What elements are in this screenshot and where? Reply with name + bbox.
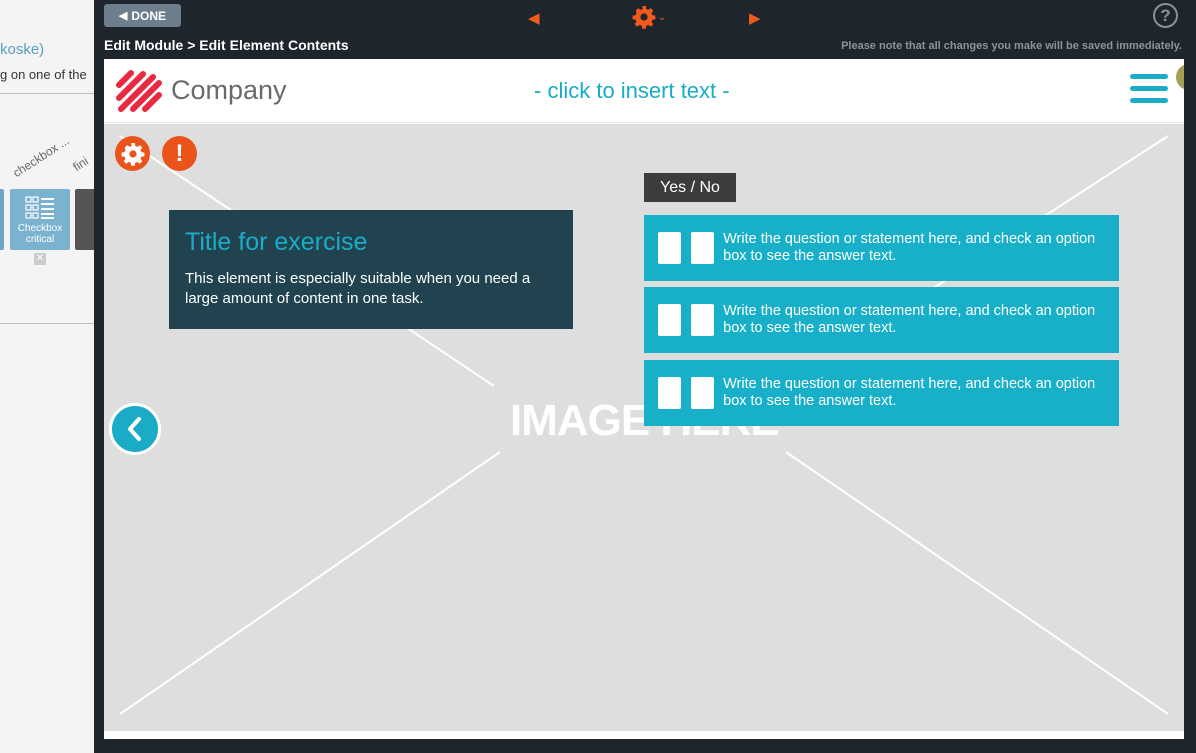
insert-text-placeholder[interactable]: - click to insert text - — [534, 78, 730, 104]
done-label: DONE — [131, 8, 167, 23]
next-element-icon[interactable]: ▶ — [749, 9, 761, 27]
logo-mark-icon — [116, 70, 162, 112]
editor-window: ◀ DONE ◀ ⌄ ▶ ? Edit Module > Edit Elemen… — [94, 0, 1196, 753]
module-canvas: Company - click to insert text - + IMAGE… — [104, 59, 1184, 739]
alert-icon[interactable]: ! — [162, 136, 197, 171]
yes-no-label[interactable]: Yes / No — [644, 173, 736, 202]
divider — [0, 323, 100, 324]
column-label: checkbox ... — [10, 133, 72, 180]
question-text[interactable]: Write the question or statement here, an… — [723, 231, 1119, 266]
help-button[interactable]: ? — [1153, 3, 1178, 28]
back-triangle-icon: ◀ — [118, 10, 128, 22]
checkbox-list-icon — [25, 196, 54, 219]
gear-icon — [121, 142, 144, 166]
gear-icon — [632, 6, 656, 29]
no-checkbox[interactable] — [691, 232, 715, 264]
exercise-text[interactable]: This element is especially suitable when… — [185, 269, 557, 309]
question-text[interactable]: Write the question or statement here, an… — [723, 303, 1119, 338]
exercise-box[interactable]: Title for exercise This element is espec… — [169, 210, 573, 329]
element-tile[interactable] — [0, 189, 4, 250]
question-row[interactable]: Write the question or statement here, an… — [644, 360, 1119, 426]
module-header: Company - click to insert text - — [104, 59, 1184, 123]
background-page: koske) g on one of the 2 checkbox ... fi… — [0, 0, 100, 753]
yes-checkbox[interactable] — [658, 304, 682, 336]
chevron-left-icon — [128, 417, 141, 441]
background-link[interactable]: koske) — [0, 41, 44, 58]
breadcrumb: Edit Module > Edit Element Contents — [104, 37, 349, 53]
hamburger-menu-icon[interactable] — [1130, 74, 1168, 108]
column-label: 2 — [0, 127, 2, 142]
done-button[interactable]: ◀ DONE — [104, 4, 181, 27]
checkbox-critical-tile[interactable]: Checkbox critical — [10, 189, 70, 250]
no-checkbox[interactable] — [691, 377, 715, 409]
tile-label: Checkbox critical — [17, 223, 63, 245]
save-notice: Please note that all changes you make wi… — [841, 40, 1182, 52]
exercise-title[interactable]: Title for exercise — [185, 228, 557, 257]
column-label: fini — [70, 153, 91, 174]
no-checkbox[interactable] — [691, 304, 715, 336]
yes-checkbox[interactable] — [658, 232, 682, 264]
question-text[interactable]: Write the question or statement here, an… — [723, 376, 1119, 411]
chevron-down-icon: ⌄ — [658, 11, 667, 23]
question-row[interactable]: Write the question or statement here, an… — [644, 287, 1119, 353]
divider — [0, 93, 100, 94]
logo-text: Company — [171, 74, 287, 105]
element-settings-button[interactable] — [115, 136, 150, 171]
settings-menu-button[interactable]: ⌄ — [632, 5, 666, 29]
previous-page-button[interactable] — [109, 403, 161, 455]
previous-element-icon[interactable]: ◀ — [528, 9, 540, 27]
background-hint: g on one of the — [0, 67, 87, 82]
company-logo[interactable]: Company — [115, 67, 287, 113]
canvas-footer — [104, 731, 1184, 739]
remove-icon[interactable]: ✕ — [34, 253, 46, 265]
question-row[interactable]: Write the question or statement here, an… — [644, 215, 1119, 281]
yes-checkbox[interactable] — [658, 377, 682, 409]
